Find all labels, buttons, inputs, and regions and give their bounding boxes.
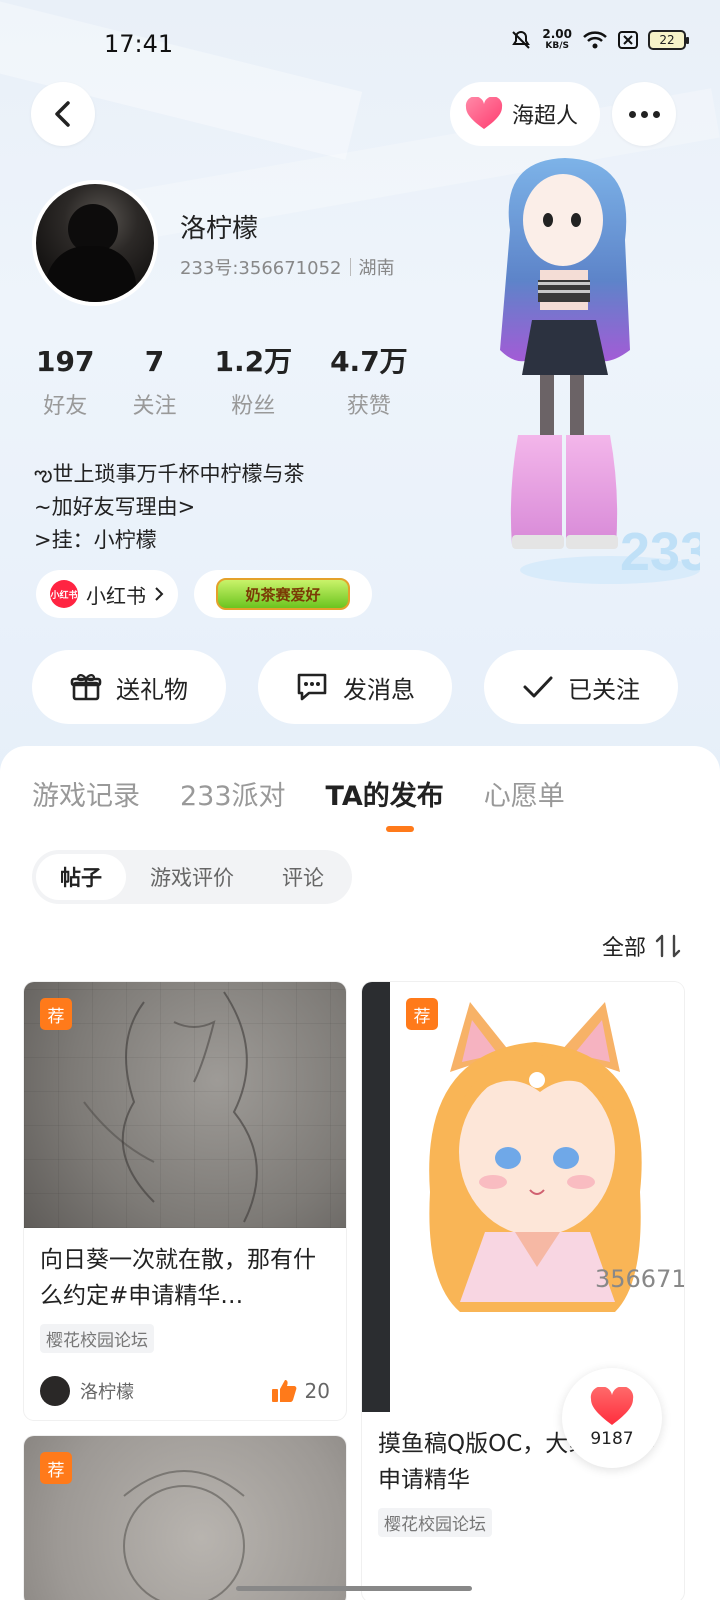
avatar-3d-character[interactable]: 233 bbox=[470, 150, 700, 590]
subtab-posts[interactable]: 帖子 bbox=[36, 854, 126, 900]
tab-posts[interactable]: TA的发布 bbox=[326, 774, 444, 813]
net-speed: 2.00 KB/S bbox=[542, 27, 572, 51]
tab-game-records[interactable]: 游戏记录 bbox=[32, 774, 140, 813]
sort-dropdown[interactable]: 全部 bbox=[602, 930, 682, 962]
super-fan-label: 海超人 bbox=[512, 104, 579, 129]
post-forum-tag[interactable]: 樱花校园论坛 bbox=[40, 1324, 154, 1353]
stat-following[interactable]: 7 关注 bbox=[132, 344, 176, 420]
bio-line: ~加好友写理由> bbox=[34, 495, 196, 519]
post-card[interactable]: 荐 向日葵一次就在散，那有什么约定#申请精华… 樱花校园论坛 洛柠檬 20 bbox=[24, 982, 346, 1420]
milk-tea-badge-chip[interactable]: 奶茶赛爱好 bbox=[194, 570, 372, 618]
more-dots-icon bbox=[628, 110, 660, 118]
wifi-icon bbox=[583, 31, 607, 49]
milk-tea-badge: 奶茶赛爱好 bbox=[216, 578, 350, 610]
stat-friends[interactable]: 197 好友 bbox=[36, 344, 94, 420]
followed-button[interactable]: 已关注 bbox=[484, 650, 678, 724]
recommended-badge: 荐 bbox=[406, 998, 438, 1030]
post-type-segment: 帖子 游戏评价 评论 bbox=[32, 850, 352, 904]
user-bio: ఌ世上琐事万千杯中柠檬与茶 ~加好友写理由> >挂：小柠檬 bbox=[34, 458, 305, 557]
chevron-left-icon bbox=[55, 101, 70, 127]
heart-icon bbox=[465, 97, 503, 129]
chevron-right-icon bbox=[155, 587, 164, 601]
super-fan-button[interactable]: 海超人 bbox=[450, 82, 600, 146]
floating-like-count: 9187 bbox=[590, 1429, 634, 1449]
recommended-badge: 荐 bbox=[40, 998, 72, 1030]
send-message-button[interactable]: 发消息 bbox=[258, 650, 452, 724]
tab-active-indicator bbox=[386, 826, 414, 832]
battery-icon: 22 bbox=[648, 30, 689, 50]
user-id: 233号:356671052 bbox=[180, 258, 342, 279]
send-gift-button[interactable]: 送礼物 bbox=[32, 650, 226, 724]
stat-fans[interactable]: 1.2万 粉丝 bbox=[214, 344, 292, 420]
sort-label: 全部 bbox=[601, 936, 646, 961]
sort-icon bbox=[655, 934, 681, 958]
bio-line: ఌ世上琐事万千杯中柠檬与茶 bbox=[34, 462, 305, 486]
recommended-badge: 荐 bbox=[40, 1452, 72, 1484]
svg-text:233: 233 bbox=[620, 522, 700, 582]
chat-bubble-icon bbox=[297, 673, 327, 701]
followed-label: 已关注 bbox=[568, 675, 640, 704]
user-id-row: 233号:356671052 湖南 bbox=[180, 254, 395, 280]
post-image-sketch: 荐 bbox=[24, 1436, 346, 1600]
post-forum-tag[interactable]: 樱花校园论坛 bbox=[378, 1508, 492, 1537]
post-image-sketch: 荐 bbox=[24, 982, 346, 1228]
tab-wishlist[interactable]: 心愿单 bbox=[484, 774, 565, 813]
user-region: 湖南 bbox=[358, 258, 395, 279]
like-count: 20 bbox=[304, 1379, 330, 1403]
user-nickname: 洛柠檬 bbox=[180, 214, 259, 244]
xiaohongshu-label: 小红书 bbox=[86, 583, 146, 608]
artist-signature: 356671052 bbox=[595, 1265, 684, 1293]
post-image-drawing: 356671052 荐 bbox=[362, 982, 684, 1412]
author-avatar bbox=[40, 1376, 70, 1406]
post-author[interactable]: 洛柠檬 bbox=[40, 1376, 134, 1406]
heart-icon bbox=[590, 1387, 634, 1425]
send-gift-label: 送礼物 bbox=[116, 675, 188, 704]
more-button[interactable] bbox=[612, 82, 676, 146]
send-message-label: 发消息 bbox=[343, 675, 415, 704]
mute-bell-icon bbox=[512, 30, 531, 49]
post-like-button[interactable]: 20 bbox=[271, 1379, 330, 1403]
author-name: 洛柠檬 bbox=[80, 1382, 134, 1403]
post-card[interactable]: 荐 bbox=[24, 1436, 346, 1600]
profile-stats: 197 好友 7 关注 1.2万 粉丝 4.7万 获赞 bbox=[36, 344, 446, 420]
checkmark-icon bbox=[523, 676, 553, 698]
bio-line: >挂：小柠檬 bbox=[34, 528, 157, 552]
sim-icon bbox=[618, 31, 638, 49]
subtab-game-reviews[interactable]: 游戏评价 bbox=[126, 854, 258, 900]
tab-233-party[interactable]: 233派对 bbox=[180, 774, 286, 813]
status-bar: 17:41 2.00 KB/S 22 bbox=[0, 0, 720, 80]
profile-tabs: 游戏记录 233派对 TA的发布 心愿单 bbox=[32, 774, 565, 813]
user-avatar[interactable] bbox=[32, 180, 158, 306]
post-title: 向日葵一次就在散，那有什么约定#申请精华… bbox=[40, 1247, 316, 1309]
home-indicator[interactable] bbox=[236, 1586, 472, 1591]
xiaohongshu-logo-icon: 小红书 bbox=[50, 580, 78, 608]
status-time: 17:41 bbox=[104, 30, 174, 58]
thumbs-up-icon bbox=[271, 1380, 296, 1402]
xiaohongshu-link-chip[interactable]: 小红书 小红书 bbox=[36, 570, 178, 618]
floating-like-button[interactable]: 9187 bbox=[562, 1368, 662, 1468]
gift-icon bbox=[70, 674, 102, 701]
post-card[interactable]: 356671052 荐 摸鱼稿Q版OC，大家开心#申请精华 樱花校园论坛 bbox=[362, 982, 684, 1600]
stat-likes[interactable]: 4.7万 获赞 bbox=[330, 344, 408, 420]
back-button[interactable] bbox=[31, 82, 95, 146]
subtab-comments[interactable]: 评论 bbox=[258, 854, 348, 900]
